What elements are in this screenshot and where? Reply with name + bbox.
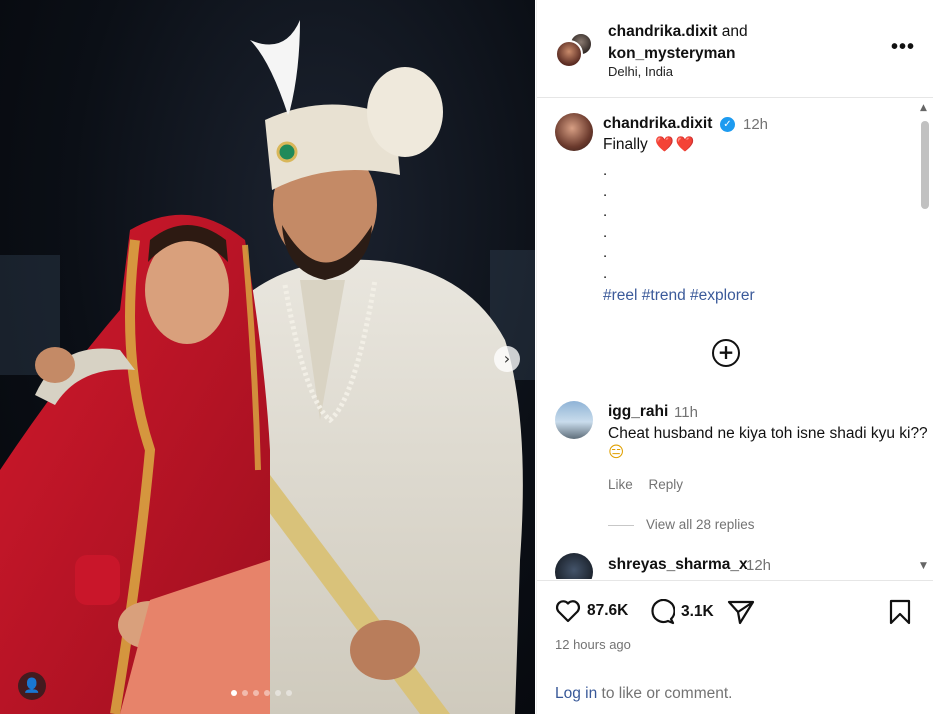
caption-dot: . (603, 162, 608, 179)
heart-emoji: ❤️❤️ (655, 135, 697, 153)
comment-username[interactable]: igg_rahi (608, 403, 668, 421)
comment-username[interactable]: shreyas_sharma_x (608, 556, 748, 574)
hashtag-link[interactable]: #trend (642, 287, 686, 304)
like-button[interactable]: 87.6K (555, 599, 628, 623)
likes-count: 87.6K (587, 602, 629, 619)
comments-feed[interactable]: chandrika.dixit ✓ 12h Finally ❤️❤️ . . .… (537, 99, 933, 579)
avatar[interactable] (555, 113, 593, 151)
collab-avatars[interactable] (555, 32, 595, 72)
share-button[interactable] (727, 599, 755, 625)
comment-body: Cheat husband ne kiya toh isne shadi kyu… (608, 425, 928, 442)
caption-dots: . . . . . . (603, 161, 607, 284)
login-prompt-text: to like or comment. (597, 685, 733, 702)
comment-time[interactable]: 12h (746, 557, 771, 574)
comment-text: Cheat husband ne kiya toh isne shadi kyu… (608, 425, 933, 462)
scroll-down-arrow-icon[interactable]: ▼ (920, 561, 927, 571)
save-button[interactable] (889, 599, 911, 625)
post-header: chandrika.dixit and kon_mysteryman Delhi… (537, 0, 933, 98)
carousel-dot (275, 690, 281, 696)
reply-button[interactable]: Reply (649, 477, 684, 492)
carousel-dot (286, 690, 292, 696)
caption-dot: . (603, 244, 608, 261)
post-authors: chandrika.dixit and kon_mysteryman (608, 21, 748, 65)
collaborator-link[interactable]: kon_mysteryman (608, 45, 736, 62)
carousel-dot (253, 690, 259, 696)
caption-dot: . (603, 223, 608, 241)
expressionless-emoji: 😑 (608, 443, 625, 461)
heart-icon (555, 600, 581, 623)
post-side-panel: chandrika.dixit and kon_mysteryman Delhi… (536, 0, 933, 714)
verified-badge-icon: ✓ (720, 117, 735, 132)
comments-count: 3.1K (681, 603, 714, 620)
post-timestamp[interactable]: 12 hours ago (555, 637, 631, 652)
caption-dot: . (603, 203, 608, 220)
view-replies-button[interactable]: View all 28 replies (608, 517, 755, 532)
carousel-indicator (231, 690, 292, 696)
scrollbar-thumb[interactable] (921, 121, 929, 209)
divider (608, 524, 634, 526)
scroll-up-arrow-icon[interactable]: ▲ (920, 103, 927, 113)
caption-hashtags: #reel #trend #explorer (603, 287, 755, 305)
comment-button[interactable]: 3.1K (649, 599, 714, 625)
post-photo[interactable]: › 👤 (0, 0, 535, 714)
plus-circle-icon[interactable]: + (712, 339, 740, 367)
paper-plane-icon (727, 600, 755, 625)
author-link[interactable]: chandrika.dixit (608, 23, 717, 40)
author-joiner: and (721, 23, 748, 40)
carousel-dot (242, 690, 248, 696)
hashtag-link[interactable]: #explorer (690, 287, 755, 304)
comment-actions: Like Reply (608, 477, 695, 492)
view-replies-label: View all 28 replies (646, 517, 755, 532)
wedding-couple-image (0, 20, 535, 714)
avatar[interactable] (555, 401, 593, 439)
avatar[interactable] (555, 553, 593, 579)
tagged-user-icon[interactable]: 👤 (18, 672, 46, 700)
carousel-dot (231, 690, 237, 696)
caption-username[interactable]: chandrika.dixit (603, 115, 712, 133)
avatar[interactable] (555, 40, 583, 68)
comment-time[interactable]: 11h (674, 404, 698, 421)
caption-dot: . (603, 264, 608, 282)
caption-dot: . (603, 182, 608, 200)
next-slide-button[interactable]: › (494, 346, 520, 372)
carousel-dot (264, 690, 270, 696)
post-footer: 87.6K 3.1K 12 hours ago Log in to like o… (537, 580, 933, 714)
like-comment-button[interactable]: Like (608, 477, 633, 492)
login-prompt: Log in to like or comment. (555, 685, 732, 703)
comment-bubble-icon (651, 599, 675, 625)
login-link[interactable]: Log in (555, 685, 597, 702)
location-link[interactable]: Delhi, India (608, 64, 673, 79)
caption-text: Finally (603, 136, 648, 153)
bookmark-icon (889, 599, 911, 625)
caption-time[interactable]: 12h (743, 116, 768, 133)
hashtag-link[interactable]: #reel (603, 287, 637, 304)
more-options-icon[interactable]: ••• (891, 36, 915, 59)
